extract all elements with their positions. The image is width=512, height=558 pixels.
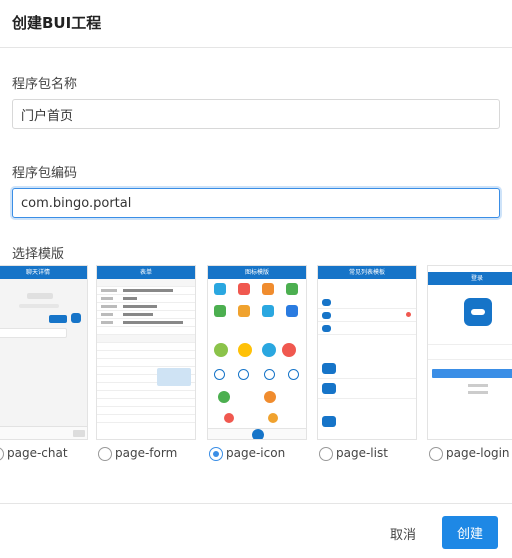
list-thumb-header: 常见列表模板 — [318, 266, 416, 279]
login-radio-row[interactable]: page-login — [427, 446, 512, 462]
form-radio-label: page-form — [115, 446, 178, 460]
chat-radio[interactable] — [0, 447, 4, 461]
template-option-list[interactable]: 常见列表模板 page-list — [317, 265, 417, 465]
form-template-thumbnail[interactable]: 表单 — [96, 265, 196, 440]
list-radio-row[interactable]: page-list — [317, 446, 417, 462]
create-button[interactable]: 创建 — [442, 516, 498, 549]
dialog-title: 创建BUI工程 — [12, 14, 102, 32]
template-option-form[interactable]: 表单 page-form — [96, 265, 196, 465]
chat-thumb-header: 聊天详情 — [0, 266, 87, 279]
form-radio-row[interactable]: page-form — [96, 446, 196, 462]
template-gallery: 聊天详情 page-chat 表单 page-form 图标模版 page-ic… — [0, 265, 512, 465]
cancel-button[interactable]: 取消 — [378, 518, 428, 548]
login-radio[interactable] — [429, 447, 443, 461]
icon-template-thumbnail[interactable]: 图标模版 — [207, 265, 307, 440]
icon-radio-row[interactable]: page-icon — [207, 446, 307, 462]
login-thumb-header: 登录 — [428, 272, 512, 285]
chat-radio-label: page-chat — [7, 446, 68, 460]
template-option-icon[interactable]: 图标模版 page-icon — [207, 265, 307, 465]
package-name-input[interactable] — [12, 99, 500, 129]
form-radio[interactable] — [98, 447, 112, 461]
package-code-input[interactable] — [12, 188, 500, 218]
icon-radio-label: page-icon — [226, 446, 286, 460]
template-option-login[interactable]: 登录 page-login — [427, 265, 512, 465]
list-template-thumbnail[interactable]: 常见列表模板 — [317, 265, 417, 440]
icon-thumb-header: 图标模版 — [208, 266, 306, 279]
chat-radio-row[interactable]: page-chat — [0, 446, 88, 462]
package-name-label: 程序包名称 — [12, 77, 78, 92]
create-project-dialog: 创建BUI工程 程序包名称 程序包编码 选择模版 聊天详情 page-chat — [0, 0, 512, 558]
icon-radio[interactable] — [209, 447, 223, 461]
form-thumb-header: 表单 — [97, 266, 195, 279]
list-radio-label: page-list — [336, 446, 388, 460]
chat-template-thumbnail[interactable]: 聊天详情 — [0, 265, 88, 440]
list-radio[interactable] — [319, 447, 333, 461]
login-template-thumbnail[interactable]: 登录 — [427, 265, 512, 440]
template-option-chat[interactable]: 聊天详情 page-chat — [0, 265, 88, 465]
dialog-header: 创建BUI工程 — [0, 0, 512, 48]
template-label: 选择模版 — [12, 247, 65, 262]
login-radio-label: page-login — [446, 446, 510, 460]
package-code-label: 程序包编码 — [12, 166, 78, 181]
dialog-footer: 取消 创建 — [0, 503, 512, 558]
